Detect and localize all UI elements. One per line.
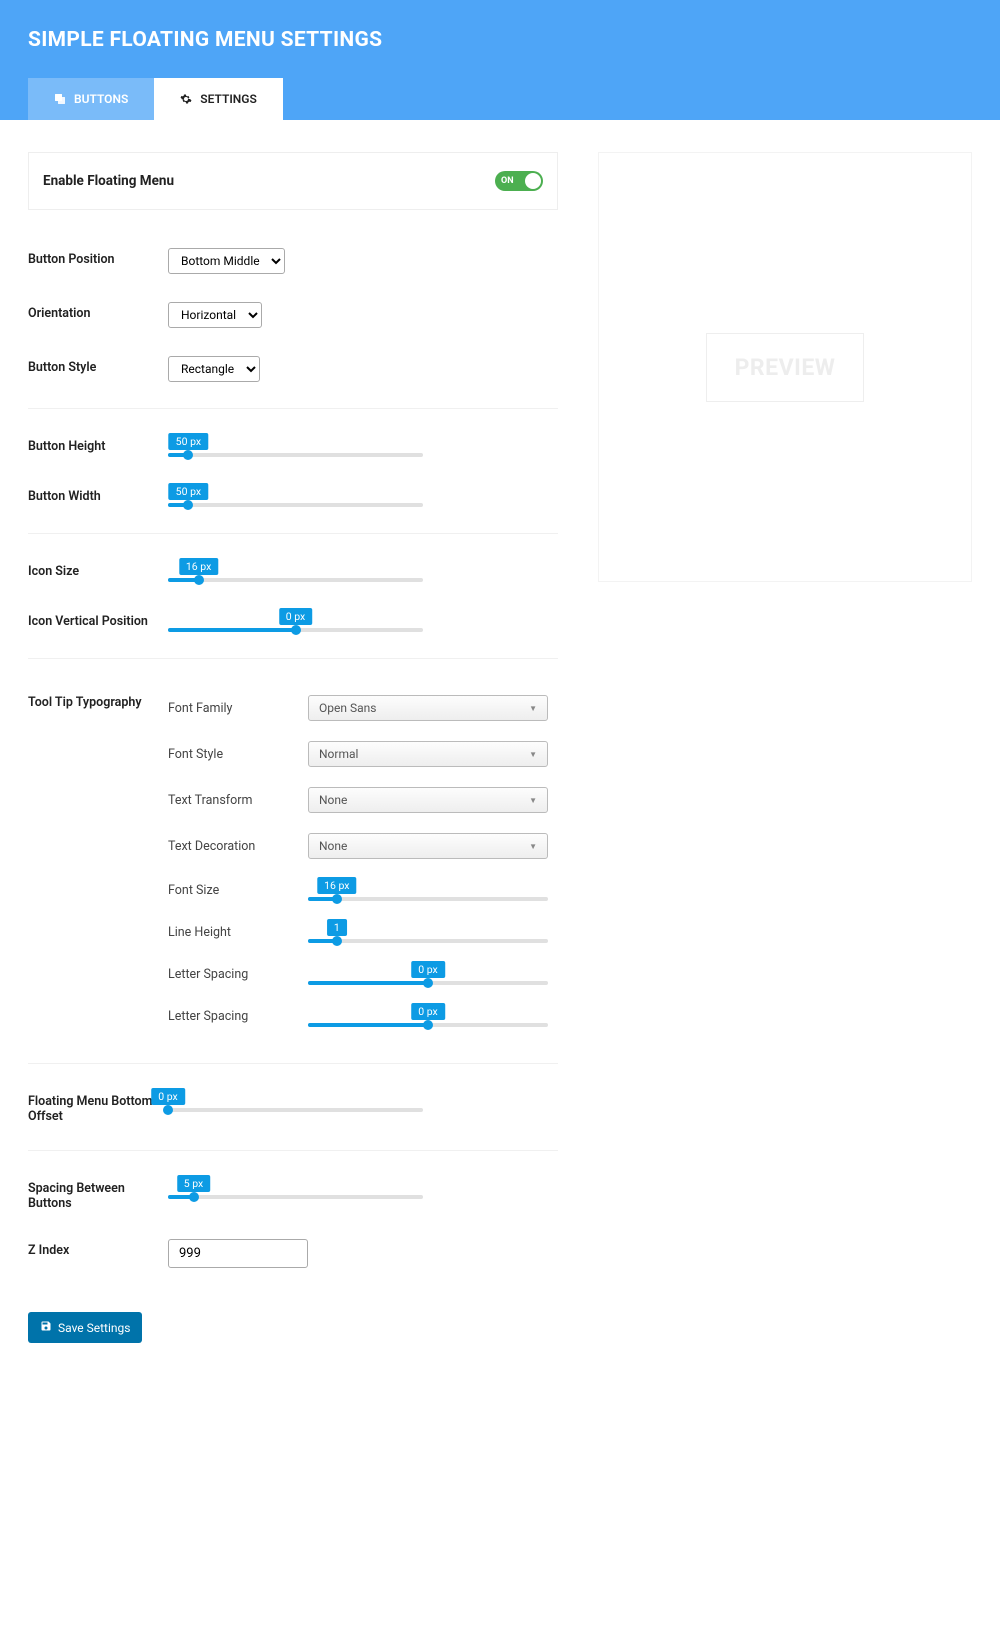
divider [28, 1063, 558, 1064]
toggle-state: ON [495, 176, 514, 186]
slider-bottom-offset[interactable]: 0 px [168, 1090, 423, 1112]
label-icon-vpos: Icon Vertical Position [28, 610, 168, 629]
select-font-family[interactable]: Open Sans▼ [308, 695, 548, 721]
typo-letter-spacing-1: Letter Spacing 0 px [168, 953, 558, 995]
typo-font-style: Font Style Normal▼ [168, 731, 558, 777]
slider-letter-spacing-1[interactable]: 0 px [308, 963, 548, 985]
select-button-style[interactable]: Rectangle [168, 356, 260, 382]
row-zindex: Z Index [28, 1225, 558, 1282]
typo-line-height: Line Height 1 [168, 911, 558, 953]
divider [28, 408, 558, 409]
page-title: SIMPLE FLOATING MENU SETTINGS [28, 28, 972, 52]
label-zindex: Z Index [28, 1239, 168, 1258]
row-button-width: Button Width 50 px [28, 471, 558, 521]
save-icon [40, 1320, 52, 1335]
preview-label: PREVIEW [706, 333, 865, 402]
typo-font-family: Font Family Open Sans▼ [168, 685, 558, 731]
tab-buttons[interactable]: BUTTONS [28, 78, 154, 120]
buttons-icon [54, 93, 66, 105]
row-button-position: Button Position Bottom Middle [28, 234, 558, 288]
settings-form: Enable Floating Menu ON Button Position … [28, 152, 558, 1343]
row-orientation: Orientation Horizontal [28, 288, 558, 342]
enable-panel: Enable Floating Menu ON [28, 152, 558, 210]
gear-icon [180, 93, 192, 105]
chevron-down-icon: ▼ [529, 842, 537, 851]
chevron-down-icon: ▼ [529, 750, 537, 759]
label-button-width: Button Width [28, 485, 168, 504]
label-spacing: Spacing Between Buttons [28, 1177, 168, 1211]
slider-button-height[interactable]: 50 px [168, 435, 423, 457]
row-icon-size: Icon Size 16 px [28, 546, 558, 596]
toggle-knob [525, 173, 541, 189]
label-button-style: Button Style [28, 356, 168, 375]
row-button-style: Button Style Rectangle [28, 342, 558, 396]
row-icon-vpos: Icon Vertical Position 0 px [28, 596, 558, 646]
select-button-position[interactable]: Bottom Middle [168, 248, 285, 274]
label-bottom-offset: Floating Menu Bottom Offset [28, 1090, 168, 1124]
save-button[interactable]: Save Settings [28, 1312, 142, 1343]
divider [28, 658, 558, 659]
divider [28, 533, 558, 534]
typo-font-size: Font Size 16 px [168, 869, 558, 911]
label-button-position: Button Position [28, 248, 168, 267]
row-bottom-offset: Floating Menu Bottom Offset 0 px [28, 1076, 558, 1138]
divider [28, 1150, 558, 1151]
preview-pane: PREVIEW [598, 152, 972, 1343]
chevron-down-icon: ▼ [529, 796, 537, 805]
label-typography: Tool Tip Typography [28, 685, 168, 710]
chevron-down-icon: ▼ [529, 704, 537, 713]
select-orientation[interactable]: Horizontal [168, 302, 262, 328]
slider-font-size[interactable]: 16 px [308, 879, 548, 901]
slider-line-height[interactable]: 1 [308, 921, 548, 943]
tab-settings[interactable]: SETTINGS [154, 78, 283, 120]
save-button-label: Save Settings [58, 1321, 130, 1335]
page-header: SIMPLE FLOATING MENU SETTINGS BUTTONS SE… [0, 0, 1000, 120]
input-zindex[interactable] [168, 1239, 308, 1268]
select-font-style[interactable]: Normal▼ [308, 741, 548, 767]
slider-letter-spacing-2[interactable]: 0 px [308, 1005, 548, 1027]
select-text-decoration[interactable]: None▼ [308, 833, 548, 859]
select-text-transform[interactable]: None▼ [308, 787, 548, 813]
slider-icon-size[interactable]: 16 px [168, 560, 423, 582]
enable-label: Enable Floating Menu [43, 173, 174, 189]
typo-text-transform: Text Transform None▼ [168, 777, 558, 823]
row-spacing: Spacing Between Buttons 5 px [28, 1163, 558, 1225]
slider-button-width[interactable]: 50 px [168, 485, 423, 507]
label-button-height: Button Height [28, 435, 168, 454]
label-orientation: Orientation [28, 302, 168, 321]
row-button-height: Button Height 50 px [28, 421, 558, 471]
typo-text-decoration: Text Decoration None▼ [168, 823, 558, 869]
slider-icon-vpos[interactable]: 0 px [168, 610, 423, 632]
slider-spacing[interactable]: 5 px [168, 1177, 423, 1199]
tab-buttons-label: BUTTONS [74, 92, 128, 106]
row-typography: Tool Tip Typography Font Family Open San… [28, 671, 558, 1051]
tab-settings-label: SETTINGS [200, 92, 257, 106]
label-icon-size: Icon Size [28, 560, 168, 579]
enable-toggle[interactable]: ON [495, 171, 543, 191]
typo-letter-spacing-2: Letter Spacing 0 px [168, 995, 558, 1037]
tab-bar: BUTTONS SETTINGS [28, 78, 972, 120]
